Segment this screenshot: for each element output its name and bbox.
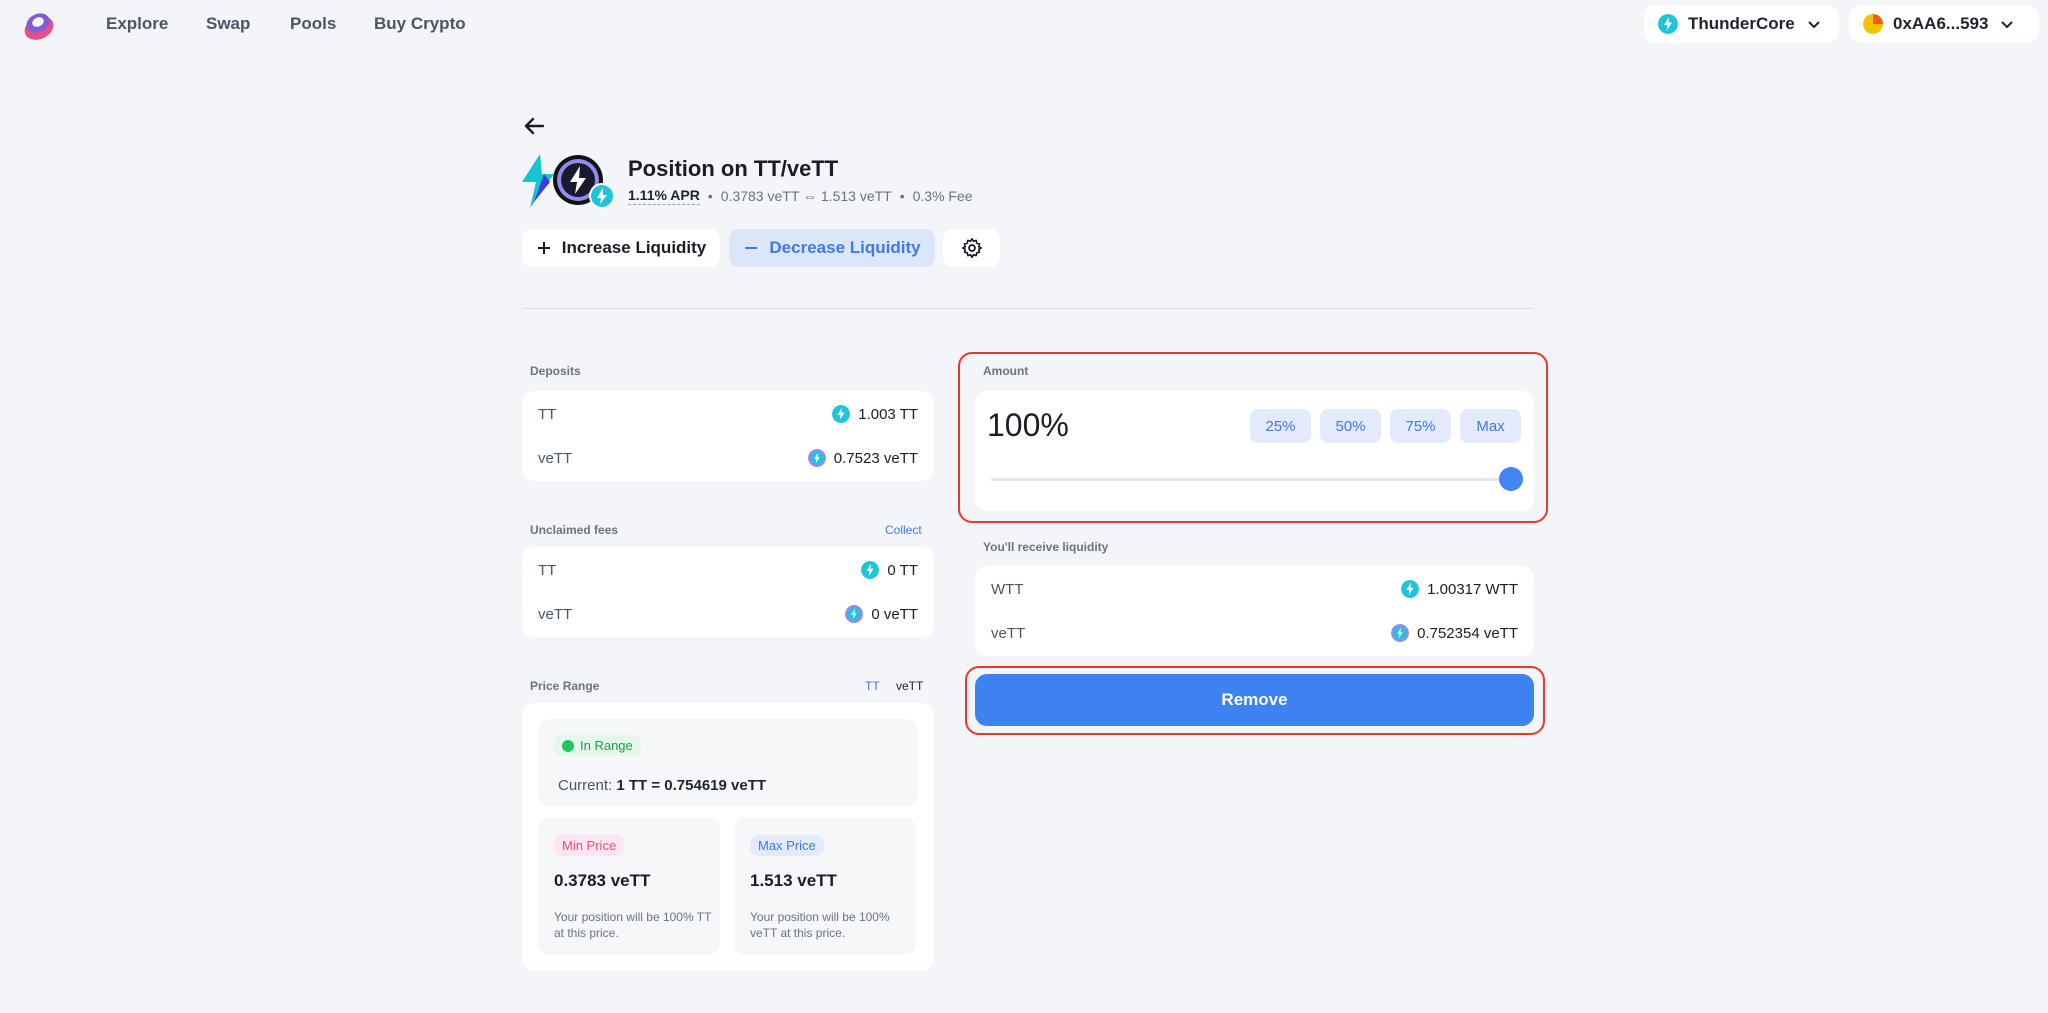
collect-link[interactable]: Collect bbox=[885, 523, 922, 537]
price-toggle-vett[interactable]: veTT bbox=[896, 679, 923, 693]
current-price-value: 1 TT = 0.754619 veTT bbox=[616, 777, 767, 794]
max-price-box: Max Price 1.513 veTT Your position will … bbox=[734, 817, 916, 955]
network-selector[interactable]: ThunderCore bbox=[1644, 5, 1839, 43]
list-item: TT 0 TT bbox=[538, 561, 918, 579]
token-amount: 0 TT bbox=[887, 561, 918, 579]
token-name: veTT bbox=[538, 605, 573, 623]
vett-token-icon bbox=[1391, 624, 1410, 642]
token-amount: 1.00317 WTT bbox=[1427, 580, 1518, 598]
settings-button[interactable] bbox=[943, 229, 1000, 267]
token-amount: 1.003 TT bbox=[858, 405, 918, 423]
decrease-liquidity-label: Decrease Liquidity bbox=[769, 238, 921, 257]
wtt-token-icon bbox=[1401, 580, 1420, 598]
fee-tier: 0.3% Fee bbox=[912, 188, 973, 204]
vett-token-icon bbox=[845, 605, 864, 623]
price-toggle-tt[interactable]: TT bbox=[865, 679, 880, 693]
preset-50-button[interactable]: 50% bbox=[1320, 409, 1381, 443]
remove-button[interactable]: Remove bbox=[975, 674, 1534, 726]
deposits-label: Deposits bbox=[530, 364, 581, 378]
in-range-text: In Range bbox=[580, 738, 633, 753]
network-name: ThunderCore bbox=[1688, 14, 1795, 33]
current-price-label: Current: bbox=[558, 777, 613, 794]
back-arrow-icon[interactable] bbox=[522, 114, 546, 138]
increase-liquidity-label: Increase Liquidity bbox=[561, 238, 707, 257]
wallet-button[interactable]: 0xAA6...593 bbox=[1849, 5, 2039, 43]
minus-icon bbox=[745, 247, 758, 249]
pair-token-logos-icon bbox=[522, 154, 615, 209]
receive-card: WTT 1.00317 WTT veTT 0.752354 veTT bbox=[975, 566, 1534, 656]
preset-75-button[interactable]: 75% bbox=[1390, 409, 1451, 443]
app-logo-icon[interactable] bbox=[22, 10, 58, 42]
amount-value: 100% bbox=[987, 407, 1069, 443]
price-range-card: In Range Current: 1 TT = 0.754619 veTT M… bbox=[522, 703, 934, 971]
price-range-label: Price Range bbox=[530, 679, 600, 693]
wallet-address: 0xAA6...593 bbox=[1893, 14, 1989, 33]
apr-value[interactable]: 1.11% APR bbox=[628, 187, 700, 205]
meta-separator: • bbox=[899, 188, 905, 204]
nav-swap-link[interactable]: Swap bbox=[206, 14, 250, 34]
token-amount: 0 veTT bbox=[871, 605, 918, 623]
token-name: WTT bbox=[991, 580, 1024, 598]
current-price-box: In Range Current: 1 TT = 0.754619 veTT bbox=[538, 719, 918, 807]
min-price-value: 0.3783 veTT bbox=[554, 871, 651, 890]
chevron-down-icon bbox=[1808, 21, 1820, 29]
increase-liquidity-button[interactable]: Increase Liquidity bbox=[522, 229, 720, 267]
position-title: Position on TT/veTT bbox=[628, 156, 839, 181]
max-price-value: 1.513 veTT bbox=[750, 871, 837, 890]
min-price-description: Your position will be 100% TT at this pr… bbox=[554, 910, 712, 940]
gear-icon bbox=[961, 238, 982, 258]
token-name: TT bbox=[538, 561, 557, 579]
top-nav: Explore Swap Pools Buy Crypto ThunderCor… bbox=[0, 0, 2048, 48]
max-price-badge: Max Price bbox=[750, 835, 824, 856]
min-price-box: Min Price 0.3783 veTT Your position will… bbox=[538, 817, 720, 955]
plus-icon bbox=[537, 242, 550, 254]
decrease-liquidity-button[interactable]: Decrease Liquidity bbox=[729, 229, 935, 267]
section-divider bbox=[522, 308, 1534, 309]
receive-label: You'll receive liquidity bbox=[983, 540, 1109, 554]
token-name: veTT bbox=[991, 624, 1026, 642]
token-amount: 0.752354 veTT bbox=[1417, 624, 1518, 642]
chevron-down-icon bbox=[2001, 21, 2014, 29]
nav-buy-crypto-link[interactable]: Buy Crypto bbox=[374, 14, 466, 34]
price-range-summary: 0.3783 veTT ⇔ 1.513 veTT bbox=[720, 188, 892, 204]
list-item: veTT 0.752354 veTT bbox=[991, 624, 1518, 642]
token-amount: 0.7523 veTT bbox=[833, 449, 918, 467]
token-name: veTT bbox=[538, 449, 573, 467]
amount-slider[interactable] bbox=[991, 467, 1523, 491]
tt-token-icon bbox=[832, 405, 851, 423]
max-price-description: Your position will be 100% veTT at this … bbox=[750, 910, 890, 940]
min-price-badge: Min Price bbox=[554, 835, 625, 856]
slider-handle[interactable] bbox=[1499, 467, 1523, 491]
deposits-card: TT 1.003 TT veTT 0.7523 veTT bbox=[522, 391, 934, 481]
token-name: TT bbox=[538, 405, 557, 423]
meta-separator: • bbox=[707, 188, 713, 204]
status-dot-icon bbox=[562, 739, 574, 752]
unclaimed-fees-label: Unclaimed fees bbox=[530, 523, 619, 537]
list-item: TT 1.003 TT bbox=[538, 405, 918, 423]
tt-token-icon bbox=[861, 561, 880, 579]
preset-max-button[interactable]: Max bbox=[1460, 409, 1521, 443]
unclaimed-fees-card: TT 0 TT veTT 0 veTT bbox=[522, 547, 934, 637]
nav-pools-link[interactable]: Pools bbox=[290, 14, 336, 34]
current-price: Current: 1 TT = 0.754619 veTT bbox=[558, 777, 766, 794]
amount-label: Amount bbox=[983, 364, 1029, 378]
in-range-badge: In Range bbox=[554, 735, 641, 756]
list-item: veTT 0.7523 veTT bbox=[538, 449, 918, 467]
preset-25-button[interactable]: 25% bbox=[1250, 409, 1311, 443]
wallet-avatar-icon bbox=[1863, 14, 1883, 34]
position-meta: 1.11% APR • 0.3783 veTT ⇔ 1.513 veTT • 0… bbox=[628, 187, 973, 205]
nav-explore-link[interactable]: Explore bbox=[106, 14, 168, 34]
list-item: veTT 0 veTT bbox=[538, 605, 918, 623]
list-item: WTT 1.00317 WTT bbox=[991, 580, 1518, 598]
thundercore-icon bbox=[1658, 14, 1678, 34]
amount-card: 100% 25% 50% 75% Max bbox=[975, 391, 1534, 511]
vett-token-icon bbox=[807, 449, 826, 467]
